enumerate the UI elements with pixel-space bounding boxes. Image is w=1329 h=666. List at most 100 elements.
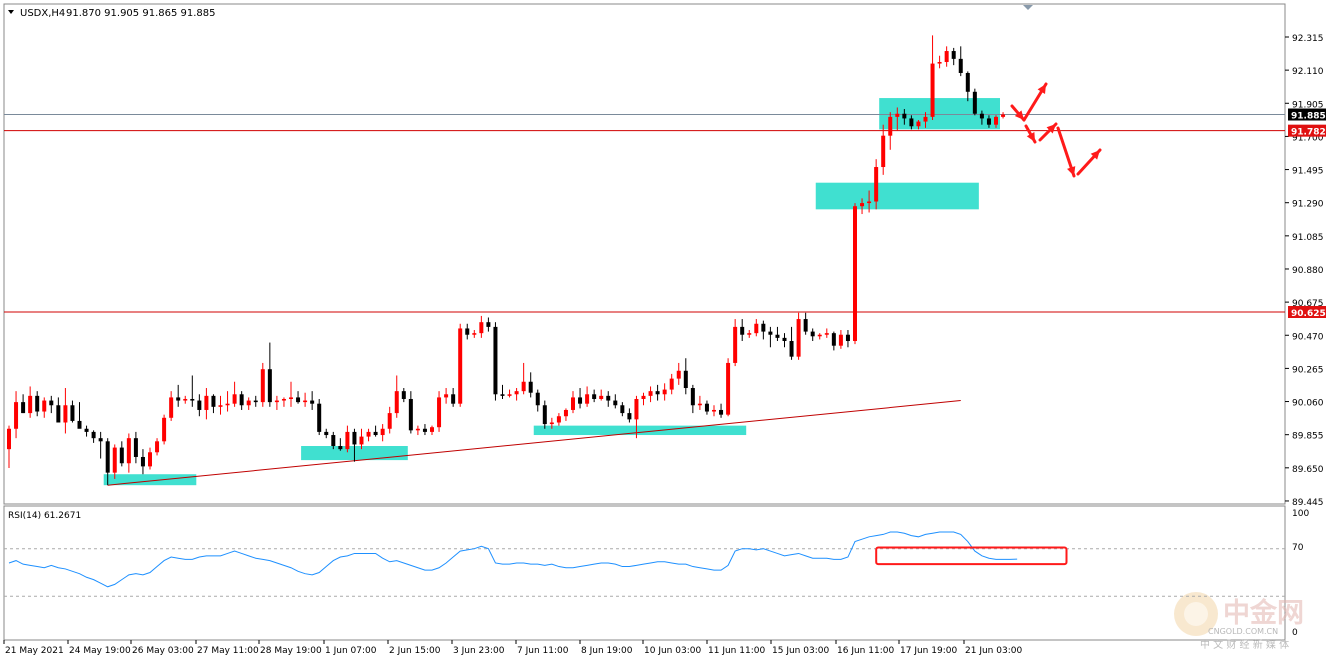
candle-bear — [951, 51, 956, 59]
candle-bear — [761, 323, 766, 332]
candle-bull — [838, 334, 843, 346]
candle-bull — [289, 397, 293, 399]
price-chart[interactable]: 中金网 CNGOLD.COM.CN 中 文 财 经 新 媒 体 92.315 92… — [0, 0, 1329, 662]
candle-bull — [162, 417, 167, 442]
candle-bear — [535, 392, 540, 406]
candle-bull — [874, 167, 879, 202]
time-tick-label: 11 Jun 11:00 — [708, 646, 765, 656]
candle-bear — [49, 400, 54, 406]
candle-bear — [782, 337, 787, 341]
candle-bull — [28, 395, 33, 414]
candle-bull — [817, 334, 822, 337]
price-tick-label: 90.470 — [1292, 332, 1324, 342]
candle-bull — [112, 447, 117, 473]
candle-bull — [796, 319, 801, 357]
candle-bull — [1001, 114, 1006, 117]
time-tick-label: 26 May 03:00 — [132, 646, 194, 656]
price-tick-label: 89.855 — [1292, 432, 1324, 442]
candle-bull — [944, 51, 949, 63]
candle-bull — [585, 394, 590, 404]
candle-bull — [42, 400, 47, 412]
candle-bear — [119, 447, 124, 464]
price-tick-label: 91.290 — [1292, 200, 1324, 210]
candle-bear — [401, 391, 406, 399]
candle-bear — [176, 397, 181, 401]
candle-bull — [359, 436, 364, 445]
candle-bull — [662, 389, 667, 395]
candle-bear — [690, 388, 695, 406]
candle-bear — [578, 397, 583, 404]
candle-bull — [366, 431, 371, 437]
candle-bear — [422, 428, 427, 432]
candle-bull — [599, 395, 604, 399]
candle-bull — [225, 403, 230, 406]
candle-bull — [14, 402, 19, 429]
candle-bull — [669, 378, 674, 390]
candle-bull — [387, 413, 392, 429]
watermark-brand: 中金网 — [1223, 597, 1304, 629]
candle-bull — [726, 362, 731, 415]
candle-bull — [246, 400, 251, 406]
price-tick-label: 89.650 — [1292, 465, 1324, 475]
candle-bear — [197, 400, 202, 410]
candle-bull — [437, 397, 442, 428]
candle-bear — [528, 381, 533, 393]
candle-bear — [267, 369, 272, 403]
rsi-tick-label: 100 — [1292, 509, 1309, 519]
zone-1 — [103, 474, 197, 486]
candle-bull — [63, 405, 68, 423]
time-tick-label: 21 May 2021 — [5, 646, 64, 656]
watermark-domain: CNGOLD.COM.CN — [1208, 627, 1278, 636]
candle-bull — [218, 405, 223, 407]
candle-bull — [937, 62, 942, 64]
candle-bull — [394, 391, 399, 414]
candle-bear — [211, 395, 216, 407]
candle-bull — [260, 369, 265, 403]
time-tick-label: 8 Jun 19:00 — [581, 646, 633, 656]
candle-bear — [958, 58, 963, 73]
candle-bull — [697, 403, 702, 406]
candle-bear — [768, 331, 773, 335]
candle-bull — [641, 395, 646, 399]
time-tick-label: 16 Jun 11:00 — [837, 646, 894, 656]
time-tick-label: 28 May 19:00 — [260, 646, 322, 656]
candle-bull — [380, 428, 385, 436]
time-tick-label: 1 Jun 07:00 — [325, 646, 377, 656]
rsi-header-label: RSI(14) 61.2671 — [8, 511, 81, 521]
price-tick-label: 91.495 — [1292, 167, 1324, 177]
time-tick-label: 21 Jun 03:00 — [965, 646, 1022, 656]
candle-bear — [451, 394, 456, 404]
candle-bear — [84, 428, 89, 432]
candle-bull — [754, 323, 759, 334]
candle-bull — [549, 422, 554, 425]
candle-bull — [676, 370, 681, 379]
candle-bear — [35, 395, 40, 412]
price-tick-label: 92.315 — [1292, 34, 1324, 44]
candle-bear — [810, 331, 815, 337]
current-price-tag: 91.885 — [1291, 112, 1326, 122]
candle-bear — [317, 403, 322, 432]
candle-bear — [845, 334, 850, 341]
candle-bull — [994, 116, 998, 125]
candle-bull — [923, 116, 928, 122]
candle-bull — [571, 397, 575, 410]
candle-bear — [239, 394, 244, 406]
candle-bull — [183, 398, 188, 401]
candle-bear — [620, 405, 625, 414]
candle-bear — [56, 405, 61, 423]
candle-bull — [895, 113, 900, 117]
candle-bear — [500, 394, 505, 396]
price-tick-label: 90.265 — [1292, 365, 1324, 375]
candle-bull — [126, 438, 131, 464]
candle-bull — [155, 441, 160, 453]
candle-bull — [648, 391, 653, 396]
time-tick-label: 27 May 11:00 — [197, 646, 259, 656]
watermark-tagline: 中 文 财 经 新 媒 体 — [1200, 638, 1289, 651]
time-tick-label: 2 Jun 15:00 — [389, 646, 441, 656]
candle-bull — [472, 333, 477, 335]
candle-bull — [930, 63, 935, 117]
symbol-timeframe: USDX,H4 — [20, 8, 65, 19]
time-tick-label: 15 Jun 03:00 — [772, 646, 829, 656]
time-tick-label: 7 Jun 11:00 — [517, 646, 569, 656]
candle-bear — [408, 398, 413, 431]
